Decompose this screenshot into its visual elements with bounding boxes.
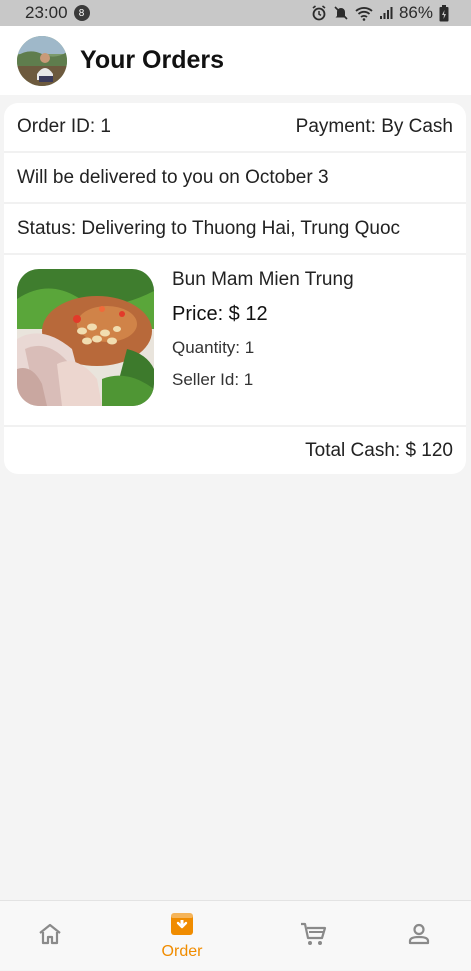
status-row: Status: Delivering to Thuong Hai, Trung … (4, 204, 466, 255)
item-price: Price: $ 12 (172, 303, 268, 325)
person-icon (407, 922, 431, 951)
order-card: Order ID: 1 Payment: By Cash Will be del… (4, 103, 466, 474)
item-info: Bun Mam Mien Trung Price: $ 12 Quantity:… (172, 269, 354, 390)
nav-cart[interactable] (268, 901, 358, 971)
delivery-date: Will be delivered to you on October 3 (17, 166, 329, 188)
status-left: 23:00 8 (25, 3, 90, 23)
bottom-navigation: Order (0, 900, 471, 970)
clock: 23:00 (25, 3, 68, 22)
item-name: Bun Mam Mien Trung (172, 269, 354, 290)
alarm-icon (311, 5, 327, 21)
order-item-row[interactable]: Bun Mam Mien Trung Price: $ 12 Quantity:… (4, 255, 466, 427)
signal-icon (379, 6, 393, 20)
item-seller-id: Seller Id: 1 (172, 370, 254, 389)
order-box-icon (170, 912, 194, 941)
order-status: Status: Delivering to Thuong Hai, Trung … (17, 217, 401, 239)
page-title: Your Orders (80, 46, 225, 74)
wifi-icon (355, 6, 373, 21)
total-cash: Total Cash: $ 120 (305, 439, 453, 461)
app-bar: Your Orders (0, 26, 471, 95)
mute-icon (333, 5, 349, 21)
battery-icon (439, 4, 449, 22)
status-bar: 23:00 8 86% (0, 0, 471, 26)
total-row: Total Cash: $ 120 (4, 427, 466, 474)
home-icon (37, 922, 63, 951)
order-id: Order ID: 1 (17, 116, 111, 137)
delivery-row: Will be delivered to you on October 3 (4, 153, 466, 204)
payment-method: Payment: By Cash (295, 116, 453, 137)
nav-order[interactable]: Order (137, 901, 227, 971)
food-image (17, 269, 154, 406)
item-quantity: Quantity: 1 (172, 338, 255, 357)
battery-percent: 86% (398, 3, 433, 22)
avatar[interactable] (17, 35, 67, 86)
nav-order-label: Order (161, 942, 203, 960)
cart-icon (299, 921, 327, 952)
nav-profile[interactable] (374, 901, 464, 971)
notification-badge: 8 (73, 5, 90, 21)
order-id-row: Order ID: 1 Payment: By Cash (4, 103, 466, 153)
status-right: 86% (311, 3, 449, 23)
nav-home[interactable] (5, 901, 95, 971)
